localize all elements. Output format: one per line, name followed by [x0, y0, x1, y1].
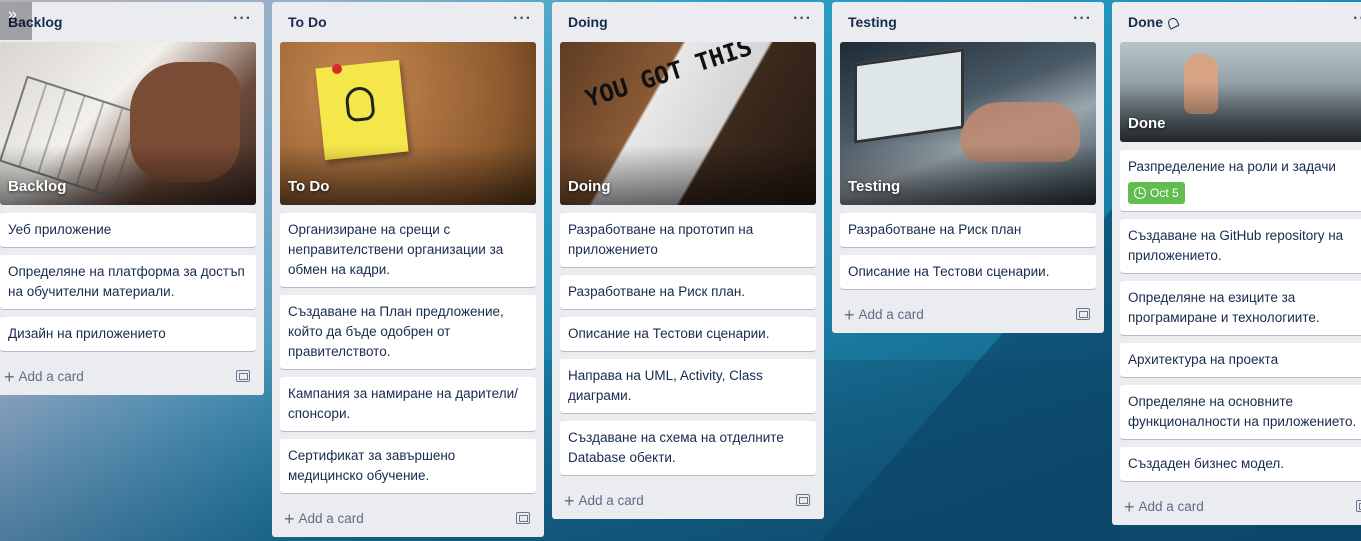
cover-image	[854, 48, 964, 144]
board: Backlog ··· Backlog Уеб приложение Опред…	[0, 0, 1361, 541]
sidebar-toggle-button[interactable]: »	[0, 2, 32, 40]
card[interactable]: Създаване на схема на отделните Database…	[560, 421, 816, 475]
cover-title: To Do	[288, 178, 330, 195]
list-header[interactable]: Done ···	[1112, 2, 1361, 40]
pin-icon	[332, 64, 342, 74]
list-menu-button[interactable]: ···	[1073, 10, 1092, 28]
list-doing: Doing ··· YOU GOT THIS Doing Разработван…	[552, 2, 824, 519]
card[interactable]: Разработване на Риск план	[840, 213, 1096, 247]
add-card-label: Add a card	[18, 369, 84, 384]
card-template-icon[interactable]	[236, 370, 250, 382]
list-title[interactable]: To Do	[288, 14, 327, 30]
plus-icon: +	[284, 509, 295, 529]
clock-icon	[1134, 187, 1146, 199]
card-title: Разпределение на роли и задачи	[1128, 159, 1336, 174]
due-date-badge[interactable]: Oct 5	[1128, 182, 1185, 204]
list-menu-button[interactable]: ···	[1353, 10, 1361, 28]
add-card-label: Add a card	[298, 511, 364, 526]
card-template-icon[interactable]	[1356, 500, 1361, 512]
card[interactable]: Създаване на GitHub repository на прилож…	[1120, 219, 1361, 273]
cover-title: Testing	[848, 178, 901, 195]
card[interactable]: Дизайн на приложението	[0, 317, 256, 351]
cover-image-hands	[960, 102, 1080, 162]
add-card-button[interactable]: + Add a card	[272, 501, 544, 537]
add-card-button[interactable]: + Add a card	[1112, 489, 1361, 525]
card[interactable]: Организиране на срещи с неправителствени…	[280, 213, 536, 287]
card[interactable]: Направа на UML, Activity, Class диаграми…	[560, 359, 816, 413]
list-title[interactable]: Done	[1128, 14, 1163, 30]
list-testing: Testing ··· Testing Разработване на Риск…	[832, 2, 1104, 333]
card[interactable]: Определяне на езиците за програмиране и …	[1120, 281, 1361, 335]
card-template-icon[interactable]	[1076, 308, 1090, 320]
list-menu-button[interactable]: ···	[513, 10, 532, 28]
card[interactable]: Определяне на основните функционалности …	[1120, 385, 1361, 439]
add-card-label: Add a card	[858, 307, 924, 322]
card[interactable]: Разработване на Риск план.	[560, 275, 816, 309]
cover-card[interactable]: YOU GOT THIS Doing	[560, 42, 816, 205]
add-card-button[interactable]: + Add a card	[552, 483, 824, 519]
card[interactable]: Архитектура на проекта	[1120, 343, 1361, 377]
plus-icon: +	[1124, 497, 1135, 517]
list-backlog: Backlog ··· Backlog Уеб приложение Опред…	[0, 2, 264, 395]
card[interactable]: Описание на Тестови сценарии.	[840, 255, 1096, 289]
thumbs-up-image	[1184, 54, 1218, 114]
card[interactable]: Уеб приложение	[0, 213, 256, 247]
card-template-icon[interactable]	[516, 512, 530, 524]
card[interactable]: Разпределение на роли и задачи Oct 5	[1120, 150, 1361, 211]
card-template-icon[interactable]	[796, 494, 810, 506]
cover-title: Doing	[568, 178, 611, 195]
add-card-label: Add a card	[1138, 499, 1204, 514]
card[interactable]: Създаване на План предложение, който да …	[280, 295, 536, 369]
card[interactable]: Разработване на прототип на приложението	[560, 213, 816, 267]
add-card-button[interactable]: + Add a card	[0, 359, 264, 395]
cover-card[interactable]: To Do	[280, 42, 536, 205]
list-header[interactable]: Testing ···	[832, 2, 1104, 40]
list-title[interactable]: Doing	[568, 14, 608, 30]
due-date-text: Oct 5	[1150, 186, 1179, 200]
list-menu-button[interactable]: ···	[793, 10, 812, 28]
cover-image-text: YOU GOT THIS	[581, 42, 756, 114]
cover-card[interactable]: Testing	[840, 42, 1096, 205]
add-card-button[interactable]: + Add a card	[832, 297, 1104, 333]
card[interactable]: Определяне на платформа за достъп на обу…	[0, 255, 256, 309]
add-card-label: Add a card	[578, 493, 644, 508]
list-menu-button[interactable]: ···	[233, 10, 252, 28]
list-to-do: To Do ··· To Do Организиране на срещи с …	[272, 2, 544, 537]
list-done: Done ··· Done Разпределение на роли и за…	[1112, 2, 1361, 525]
cover-card[interactable]: Done	[1120, 42, 1361, 142]
list-header[interactable]: Backlog ···	[0, 2, 264, 40]
list-header[interactable]: Doing ···	[552, 2, 824, 40]
plus-icon: +	[4, 367, 15, 387]
double-chevron-right-icon: »	[8, 6, 17, 23]
card[interactable]: Описание на Тестови сценарии.	[560, 317, 816, 351]
list-title[interactable]: Testing	[848, 14, 897, 30]
plus-icon: +	[844, 305, 855, 325]
cover-title: Done	[1128, 115, 1166, 132]
card[interactable]: Създаден бизнес модел.	[1120, 447, 1361, 481]
card[interactable]: Сертификат за завършено медицинско обуче…	[280, 439, 536, 493]
bell-icon	[1166, 16, 1180, 30]
plus-icon: +	[564, 491, 575, 511]
cover-title: Backlog	[8, 178, 67, 195]
list-header[interactable]: To Do ···	[272, 2, 544, 40]
cover-image-hand	[130, 62, 240, 182]
cover-card[interactable]: Backlog	[0, 42, 256, 205]
card[interactable]: Кампания за намиране на дарители/ спонсо…	[280, 377, 536, 431]
